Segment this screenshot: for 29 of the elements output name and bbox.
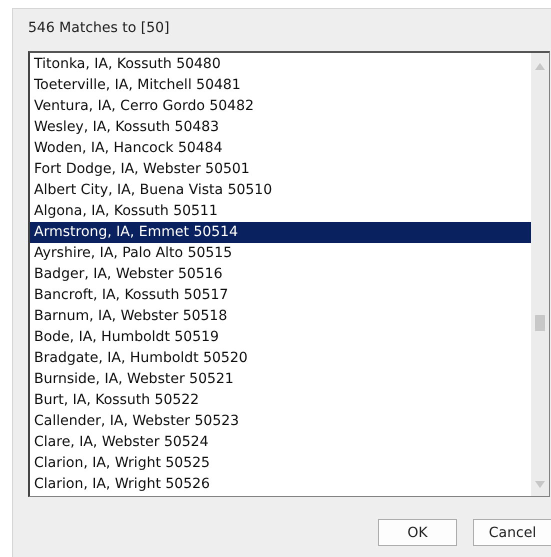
list-item[interactable]: Clare, IA, Webster 50524: [30, 432, 531, 453]
list-item[interactable]: Wesley, IA, Kossuth 50483: [30, 117, 531, 138]
list-item[interactable]: Ventura, IA, Cerro Gordo 50482: [30, 96, 531, 117]
scrollbar-thumb[interactable]: [535, 315, 545, 331]
list-item[interactable]: Algona, IA, Kossuth 50511: [30, 201, 531, 222]
list-item[interactable]: Callender, IA, Webster 50523: [30, 411, 531, 432]
list-item[interactable]: Toeterville, IA, Mitchell 50481: [30, 75, 531, 96]
scrollbar[interactable]: [531, 53, 549, 496]
list-item[interactable]: Barnum, IA, Webster 50518: [30, 306, 531, 327]
list-item[interactable]: Bode, IA, Humboldt 50519: [30, 327, 531, 348]
list-item[interactable]: Woden, IA, Hancock 50484: [30, 138, 531, 159]
scroll-down-icon[interactable]: [535, 481, 545, 488]
dialog-button[interactable]: OK: [378, 519, 457, 546]
list-item[interactable]: Bradgate, IA, Humboldt 50520: [30, 348, 531, 369]
list-item[interactable]: Ayrshire, IA, Palo Alto 50515: [30, 243, 531, 264]
list-item[interactable]: Titonka, IA, Kossuth 50480: [30, 54, 531, 75]
scroll-up-icon[interactable]: [535, 63, 545, 70]
list-item[interactable]: Armstrong, IA, Emmet 50514: [30, 222, 531, 243]
dialog-button[interactable]: Cancel: [473, 519, 551, 546]
list-item[interactable]: Clarion, IA, Wright 50525: [30, 453, 531, 474]
list-item[interactable]: Burt, IA, Kossuth 50522: [30, 390, 531, 411]
list-item[interactable]: Clarion, IA, Wright 50526: [30, 474, 531, 495]
list-item[interactable]: Badger, IA, Webster 50516: [30, 264, 531, 285]
matches-label: 546 Matches to [50]: [28, 19, 170, 37]
results-listbox[interactable]: [28, 51, 550, 497]
list-item[interactable]: Bancroft, IA, Kossuth 50517: [30, 285, 531, 306]
list-item[interactable]: Fort Dodge, IA, Webster 50501: [30, 159, 531, 180]
list-item[interactable]: Burnside, IA, Webster 50521: [30, 369, 531, 390]
list-item[interactable]: Albert City, IA, Buena Vista 50510: [30, 180, 531, 201]
